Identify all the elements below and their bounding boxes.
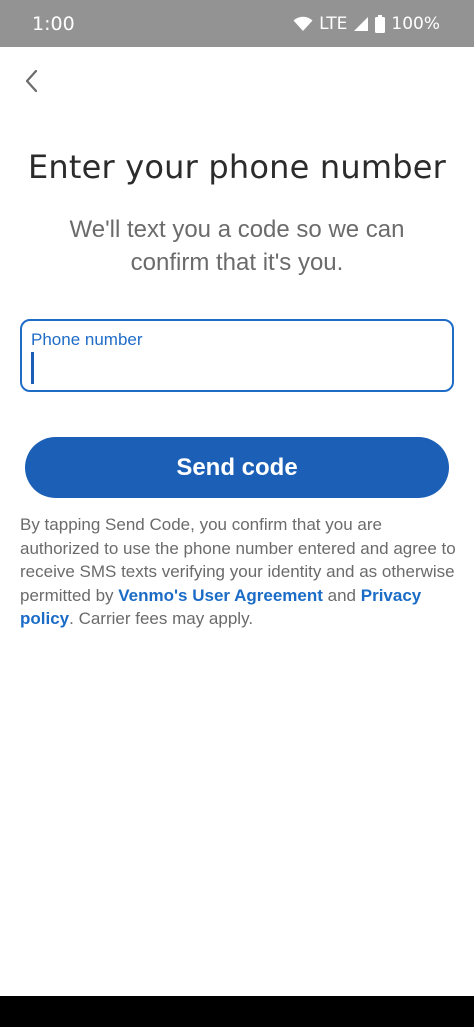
- phone-number-field[interactable]: Phone number: [20, 319, 454, 392]
- chevron-left-icon: [24, 69, 40, 98]
- network-type: LTE: [319, 13, 348, 34]
- system-navigation-bar: [0, 996, 474, 1027]
- phone-number-label: Phone number: [31, 330, 143, 349]
- battery-level: 100%: [391, 13, 440, 34]
- wifi-icon: [293, 16, 313, 32]
- status-icons: LTE 100%: [293, 14, 440, 34]
- page-subtitle: We'll text you a code so we can confirm …: [69, 216, 405, 276]
- cell-signal-icon: [353, 16, 369, 32]
- battery-icon: [375, 14, 386, 33]
- text-cursor: [31, 352, 34, 384]
- status-bar: 1:00 LTE 100%: [0, 0, 474, 47]
- back-button[interactable]: [14, 64, 50, 102]
- phone-number-input[interactable]: [31, 352, 441, 384]
- status-time: 1:00: [32, 12, 75, 35]
- legal-text-middle: and: [322, 585, 361, 605]
- legal-text-after: . Carrier fees may apply.: [69, 609, 254, 628]
- legal-disclaimer: By tapping Send Code, you confirm that y…: [20, 513, 460, 631]
- user-agreement-link[interactable]: Venmo's User Agreement: [118, 586, 323, 605]
- send-code-button[interactable]: Send code: [25, 437, 449, 498]
- page-title: Enter your phone number: [28, 148, 446, 186]
